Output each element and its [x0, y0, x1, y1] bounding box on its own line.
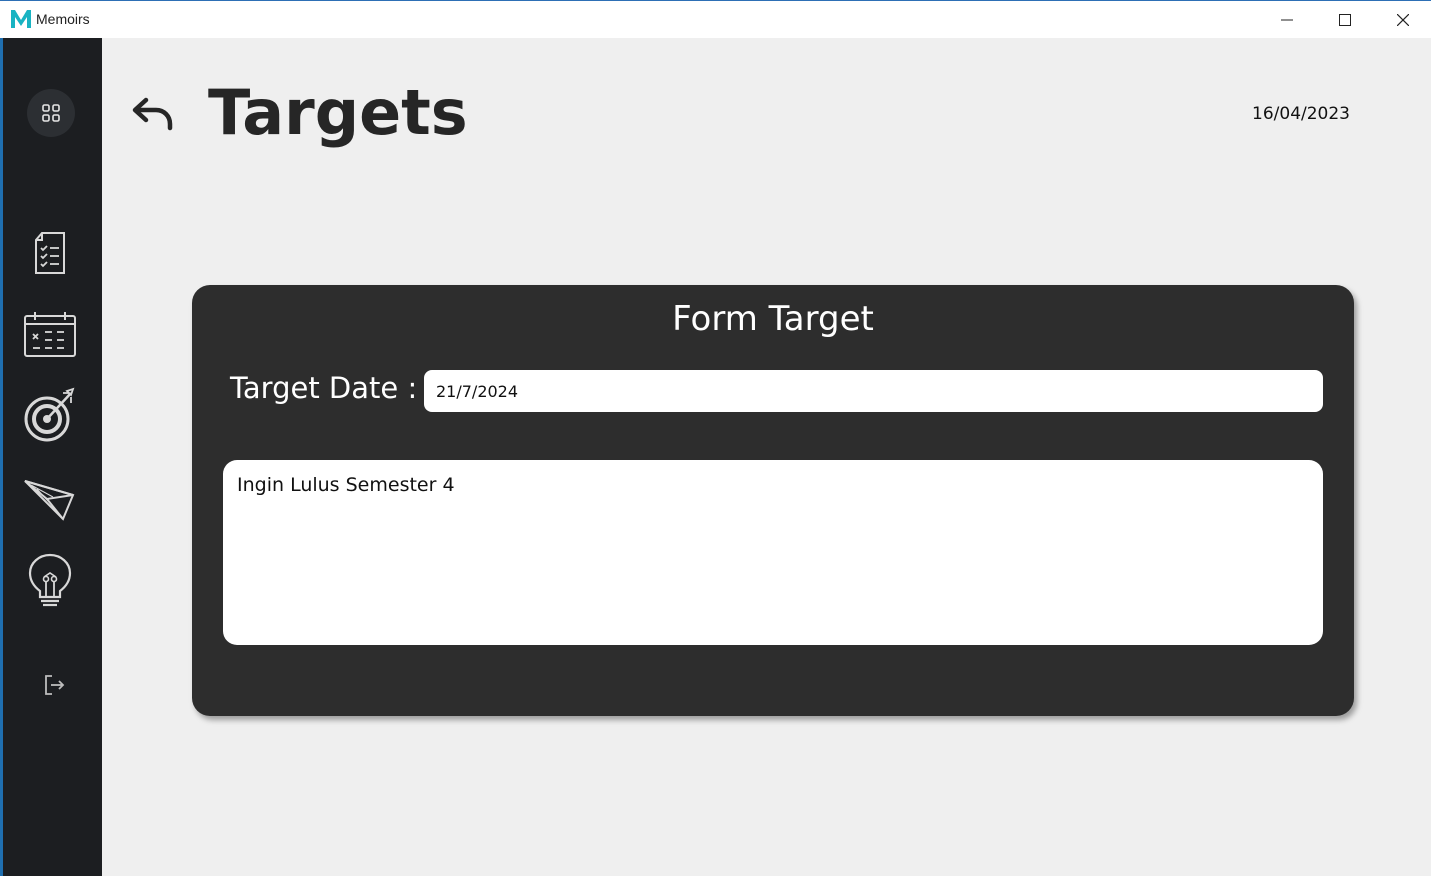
- current-date: 16/04/2023: [1252, 104, 1350, 124]
- target-date-label: Target Date :: [230, 371, 418, 405]
- paper-plane-icon: [24, 480, 75, 521]
- close-icon: [1397, 14, 1409, 26]
- checklist-icon: [35, 232, 65, 274]
- logout-icon[interactable]: [41, 672, 67, 698]
- sidebar-item-target[interactable]: [21, 386, 79, 444]
- minimize-icon: [1281, 19, 1293, 21]
- sidebar-item-ideas[interactable]: [21, 552, 79, 610]
- minimize-button[interactable]: [1258, 1, 1316, 39]
- grid-icon: [42, 104, 60, 122]
- back-arrow-icon[interactable]: [130, 92, 176, 134]
- target-date-input[interactable]: [424, 370, 1323, 412]
- sidebar-item-send[interactable]: [21, 469, 79, 527]
- sidebar: [3, 38, 102, 876]
- sidebar-item-calendar[interactable]: [21, 305, 79, 363]
- calendar-icon: [24, 312, 76, 357]
- page-title: Targets: [208, 76, 468, 149]
- title-bar: Memoirs: [0, 0, 1431, 38]
- sidebar-item-checklist[interactable]: [21, 224, 79, 282]
- lightbulb-icon: [28, 553, 72, 607]
- maximize-button[interactable]: [1316, 1, 1374, 39]
- memoirs-logo-icon: [11, 10, 31, 28]
- close-button[interactable]: [1374, 1, 1431, 39]
- window-title: Memoirs: [36, 11, 90, 27]
- maximize-icon: [1339, 14, 1351, 26]
- sidebar-item-dashboard[interactable]: [27, 89, 75, 137]
- target-icon: [24, 387, 75, 442]
- form-target-card: Form Target Target Date : Ingin Lulus Se…: [192, 285, 1354, 716]
- form-title: Form Target: [672, 299, 874, 339]
- target-description-textarea[interactable]: Ingin Lulus Semester 4: [223, 460, 1323, 645]
